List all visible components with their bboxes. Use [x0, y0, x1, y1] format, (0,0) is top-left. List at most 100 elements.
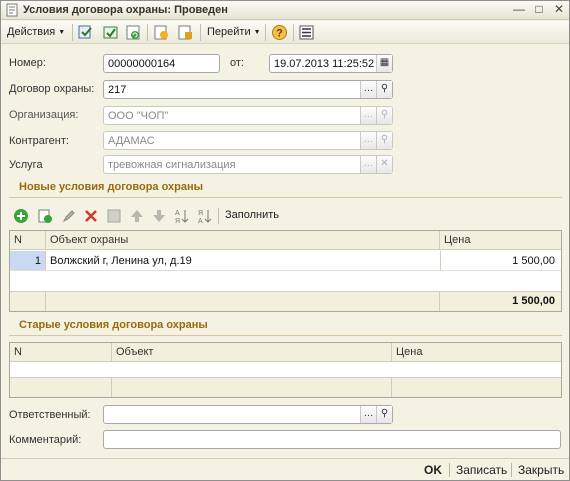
toolbar-divider [72, 24, 73, 41]
create-based-on-icon[interactable] [153, 24, 170, 41]
counterparty-field[interactable]: АДАМАС … ⚲ [103, 131, 393, 150]
row-number-cell: 1 [10, 251, 46, 270]
open-search-icon[interactable]: ⚲ [376, 107, 392, 124]
service-field[interactable]: тревожная сигнализация … ✕ [103, 155, 393, 174]
total-cell: 1 500,00 [440, 291, 561, 311]
copy-icon[interactable] [37, 208, 53, 224]
footer-cell [46, 291, 440, 311]
sort-descending-icon[interactable]: Я A [197, 208, 213, 224]
footer-cell [392, 377, 561, 397]
column-header-object[interactable]: Объект охраны [46, 231, 440, 250]
close-button[interactable]: Закрыть [518, 463, 564, 477]
actions-menu-button[interactable]: Действия ▼ [7, 23, 65, 42]
toolbar-divider [218, 208, 219, 224]
select-button-icon[interactable]: … [360, 81, 376, 98]
end-edit-icon[interactable] [106, 208, 122, 224]
calendar-icon[interactable]: ▦ [376, 55, 392, 72]
date-field[interactable]: 19.07.2013 11:25:52 ▦ [269, 54, 393, 73]
svg-text:A: A [175, 210, 180, 217]
new-conditions-title: Новые условия договора охраны [19, 181, 204, 193]
row-number: 1 [34, 255, 41, 267]
select-button-icon[interactable]: … [360, 132, 376, 149]
button-divider [511, 463, 512, 477]
select-button-icon[interactable]: … [360, 406, 376, 423]
row-object: Волжский г, Ленина ул, д.19 [50, 255, 192, 267]
open-search-icon[interactable]: ⚲ [376, 81, 392, 98]
counterparty-label: Контрагент: [9, 135, 69, 147]
organization-field[interactable]: ООО "ЧОП" … ⚲ [103, 106, 393, 125]
save-button[interactable]: Записать [456, 463, 507, 477]
column-header-n[interactable]: N [10, 231, 46, 250]
section-divider [9, 335, 562, 336]
responsible-field[interactable]: … ⚲ [103, 405, 393, 424]
document-window: Условия договора охраны: Проведен — □ ✕ … [0, 0, 570, 481]
add-icon[interactable] [13, 208, 29, 224]
contract-label: Договор охраны: [9, 83, 95, 95]
document-movements-icon[interactable] [177, 24, 194, 41]
responsible-label: Ответственный: [9, 409, 91, 421]
actions-menu-label: Действия [7, 26, 56, 38]
svg-text:Я: Я [175, 218, 180, 224]
title-bar: Условия договора охраны: Проведен — □ ✕ [1, 1, 569, 20]
button-divider [449, 463, 450, 477]
section-divider [9, 197, 562, 198]
service-value: тревожная сигнализация [108, 159, 236, 171]
column-header-price[interactable]: Цена [440, 231, 561, 250]
counterparty-value: АДАМАС [108, 135, 155, 147]
post-and-close-icon[interactable] [77, 24, 94, 41]
footer-cell [10, 291, 46, 311]
row-price: 1 500,00 [512, 255, 555, 267]
help-icon[interactable]: ? [271, 24, 288, 41]
column-header-price[interactable]: Цена [392, 343, 561, 362]
move-down-icon[interactable] [151, 208, 167, 224]
organization-label: Организация: [9, 109, 79, 121]
minimize-icon[interactable]: — [512, 3, 526, 17]
svg-text:A: A [198, 218, 203, 224]
old-conditions-table[interactable]: N Объект Цена [9, 342, 562, 398]
edit-icon[interactable] [61, 208, 77, 224]
refresh-icon[interactable] [125, 24, 142, 41]
number-value: 00000000164 [108, 58, 176, 70]
toolbar: Действия ▼ Перейти ▼ ? [1, 21, 569, 44]
column-divider [440, 251, 441, 270]
document-icon [6, 3, 18, 17]
open-search-icon[interactable]: ⚲ [376, 132, 392, 149]
column-header-object[interactable]: Объект [112, 343, 392, 362]
chevron-down-icon: ▼ [253, 29, 261, 36]
delete-icon[interactable] [83, 208, 99, 224]
clear-icon[interactable]: ✕ [376, 156, 392, 173]
toolbar-divider [200, 24, 201, 41]
toolbar-divider [293, 24, 294, 41]
toolbar-divider [147, 24, 148, 41]
chevron-down-icon: ▼ [58, 29, 66, 36]
sort-ascending-icon[interactable]: A Я [174, 208, 190, 224]
organization-value: ООО "ЧОП" [108, 110, 169, 122]
move-up-icon[interactable] [129, 208, 145, 224]
contract-field[interactable]: 217 … ⚲ [103, 80, 393, 99]
close-icon[interactable]: ✕ [552, 3, 566, 17]
date-label: от: [230, 57, 244, 69]
number-field[interactable]: 00000000164 [103, 54, 220, 73]
open-search-icon[interactable]: ⚲ [376, 406, 392, 423]
table-toolbar: A Я Я A Заполнить [9, 205, 562, 227]
goto-menu-label: Перейти [207, 26, 251, 38]
ok-button[interactable]: OK [424, 463, 442, 477]
goto-menu-button[interactable]: Перейти ▼ [207, 23, 261, 42]
fill-button[interactable]: Заполнить [225, 209, 279, 221]
window-title: Условия договора охраны: Проведен [23, 4, 228, 16]
structure-icon[interactable] [298, 24, 315, 41]
footer-cell [112, 377, 392, 397]
comment-field[interactable] [103, 430, 561, 449]
select-button-icon[interactable]: … [360, 156, 376, 173]
comment-label: Комментарий: [9, 434, 82, 446]
svg-text:Я: Я [198, 210, 203, 217]
maximize-icon[interactable]: □ [532, 3, 546, 17]
number-label: Номер: [9, 57, 46, 69]
service-label: Услуга [9, 159, 43, 171]
select-button-icon[interactable]: … [360, 107, 376, 124]
new-conditions-table[interactable]: N Объект охраны Цена 1 Волжский г, Ленин… [9, 230, 562, 312]
footer-cell [10, 377, 112, 397]
column-header-n[interactable]: N [10, 343, 112, 362]
post-icon[interactable] [102, 24, 119, 41]
table-row[interactable]: 1 Волжский г, Ленина ул, д.19 1 500,00 [10, 251, 561, 271]
